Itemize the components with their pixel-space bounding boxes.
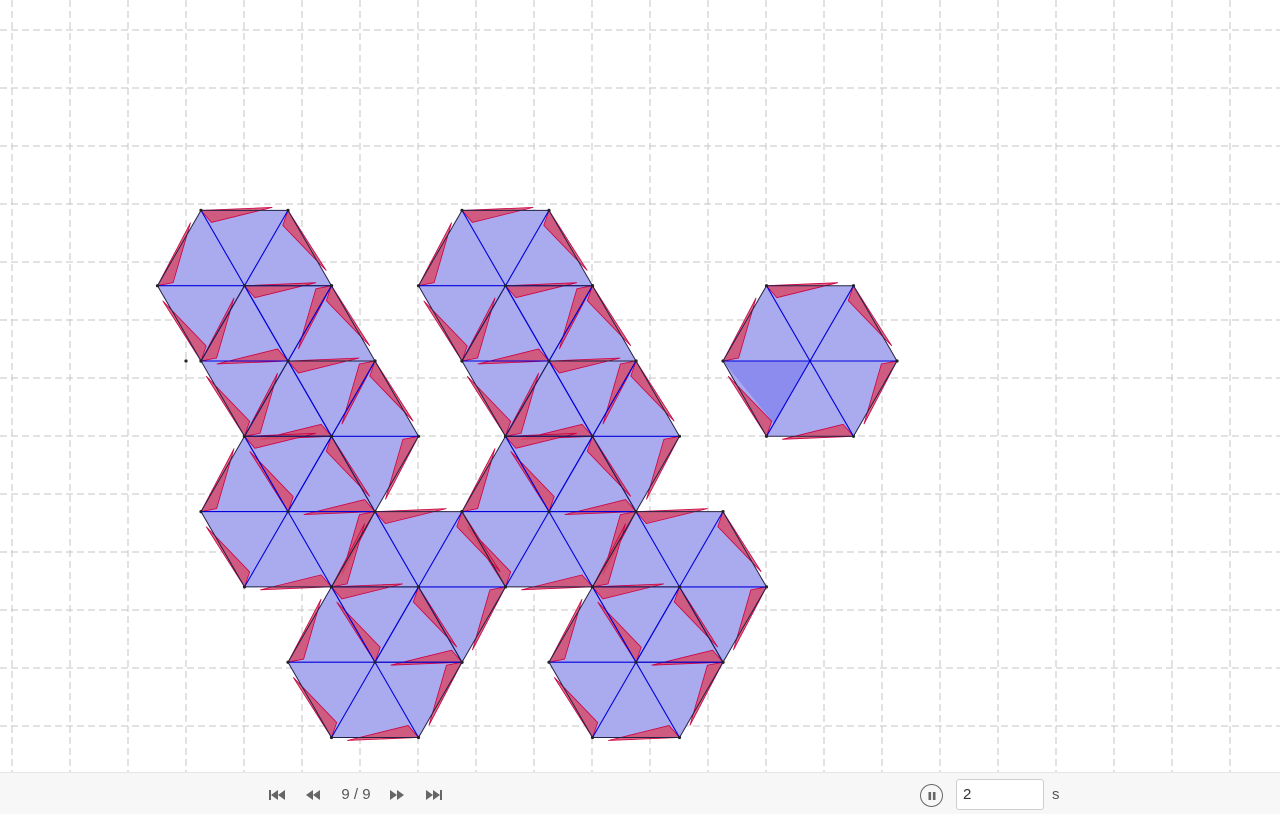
vertex-point [242, 284, 247, 288]
step-counter: 9 / 9 [341, 786, 371, 803]
vertex-point [547, 660, 551, 664]
vertex-point [286, 660, 290, 664]
vertex-point [721, 359, 725, 363]
vertex-point [547, 359, 551, 363]
tessellation-canvas[interactable] [0, 0, 1280, 772]
vertex-point [634, 510, 638, 514]
vertex-point [590, 434, 595, 438]
vertex-point [242, 434, 247, 438]
vertex-point [547, 208, 551, 212]
vertex-point [634, 660, 638, 664]
vertex-point [373, 510, 377, 514]
skip-to-end-button[interactable] [422, 785, 446, 805]
vertex-point [329, 735, 334, 740]
vertex-point [416, 284, 421, 288]
vertex-point [373, 359, 377, 363]
vertex-point [373, 660, 377, 664]
vertex-point [329, 284, 334, 288]
vertex-point [416, 585, 421, 589]
vertex-point [503, 434, 508, 438]
vertex-point [460, 359, 464, 363]
vertex-point [677, 434, 682, 438]
vertex-point [677, 735, 682, 740]
vertex-point [329, 585, 334, 589]
vertex-point [503, 284, 508, 288]
vertex-point [503, 585, 508, 589]
vertex-point [199, 510, 203, 514]
vertex-point [286, 359, 290, 363]
vertex-point [184, 359, 188, 363]
vertex-point [590, 585, 595, 589]
vertex-point [199, 359, 203, 363]
vertex-point [286, 208, 290, 212]
step-back-icon [306, 790, 320, 800]
step-forward-button[interactable] [385, 785, 409, 805]
skip-to-start-button[interactable] [265, 785, 289, 805]
vertex-point [764, 585, 769, 589]
interval-input[interactable] [956, 779, 1044, 810]
animation-toolbar: 9 / 9 s [0, 772, 1280, 814]
pause-button[interactable] [920, 784, 943, 807]
pause-icon [928, 791, 935, 800]
vertex-point [242, 585, 247, 589]
vertex-point [721, 660, 725, 664]
vertex-point [677, 585, 682, 589]
vertex-point [590, 284, 595, 288]
interval-unit-label: s [1052, 786, 1060, 803]
vertex-point [590, 735, 595, 740]
vertex-point [764, 284, 769, 288]
step-forward-icon [390, 790, 404, 800]
vertex-point [721, 510, 725, 514]
vertex-point [199, 208, 203, 212]
step-back-button[interactable] [301, 785, 325, 805]
vertex-point [764, 434, 769, 438]
vertex-point [155, 284, 160, 288]
vertex-point [851, 284, 856, 288]
skip-to-end-icon [426, 790, 442, 800]
vertex-point [634, 359, 638, 363]
vertex-point [286, 510, 290, 514]
skip-to-start-icon [269, 790, 285, 800]
vertex-point [895, 359, 899, 363]
vertex-point [329, 434, 334, 438]
vertex-point [460, 660, 464, 664]
vertex-point [547, 510, 551, 514]
vertex-point [460, 208, 464, 212]
vertex-point [416, 735, 421, 740]
vertex-point [460, 510, 464, 514]
vertex-point [851, 434, 856, 438]
vertex-point [416, 434, 421, 438]
